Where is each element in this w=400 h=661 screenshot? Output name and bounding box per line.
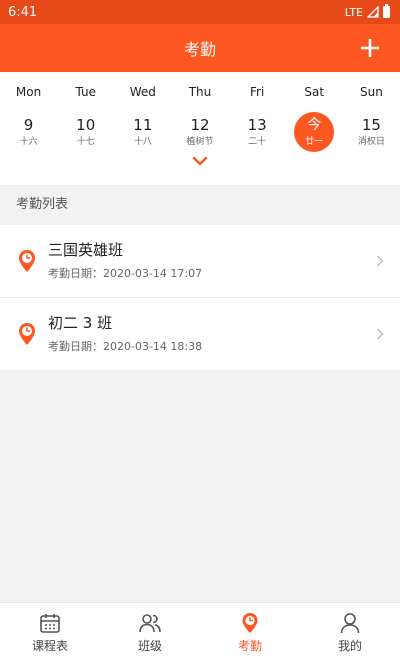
day-row: 9 十六 10 十七 11 十八 12 植树节 13 二十 今 廿一 15 消权… [0,111,400,153]
today-highlight: 今 廿一 [294,112,335,152]
attendance-date: 2020-03-14 17:07 [103,267,203,280]
location-clock-icon [242,613,258,633]
network-label: LTE [344,5,363,19]
status-bar: 6:41 LTE [0,0,400,24]
day-cell[interactable]: 13 二十 [229,111,286,153]
status-time: 6:41 [8,4,38,20]
weekday-header: Mon Tue Wed Thu Fri Sat Sun [0,82,400,102]
day-cell[interactable]: 10 十七 [57,111,114,153]
nav-class[interactable]: 班级 [100,603,200,661]
lunar-date: 廿一 [305,137,324,147]
weekday-label: Sat [304,85,325,99]
signal-icon [367,6,379,18]
attendance-date: 2020-03-14 18:38 [103,340,203,353]
location-clock-icon [19,323,35,345]
day-number: 12 [190,116,210,134]
nav-label: 我的 [337,639,362,653]
person-icon [340,613,360,634]
day-number: 今 [307,117,322,133]
lunar-date: 十八 [133,137,152,147]
attendance-date-label: 考勤日期： [48,340,103,353]
battery-icon [383,4,390,18]
section-title: 考勤列表 [0,185,400,225]
lunar-date: 十七 [76,137,95,147]
calendar-icon [40,614,60,633]
app-bar: 考勤 [0,24,400,72]
day-number: 9 [23,116,34,134]
day-number: 11 [133,116,153,134]
lunar-date: 十六 [19,137,38,147]
class-name: 初二 3 班 [48,314,113,332]
chevron-down-icon [192,156,208,166]
list-item[interactable]: 三国英雄班 考勤日期：2020-03-14 17:07 [0,225,400,298]
week-calendar: Mon Tue Wed Thu Fri Sat Sun 9 十六 10 十七 1… [0,72,400,185]
chevron-right-icon [377,328,384,340]
day-cell[interactable]: 11 十八 [114,111,171,153]
weekday-label: Thu [188,85,212,99]
lunar-date: 消权日 [357,137,385,147]
page-title: 考勤 [183,40,216,59]
nav-label: 班级 [137,639,162,653]
day-cell[interactable]: 15 消权日 [343,111,400,153]
status-indicators: LTE [344,4,390,19]
day-cell-today[interactable]: 今 廿一 [286,111,343,153]
list-item[interactable]: 初二 3 班 考勤日期：2020-03-14 18:38 [0,298,400,371]
attendance-list: 三国英雄班 考勤日期：2020-03-14 17:07 初二 3 班 考勤日期：… [0,225,400,371]
attendance-date-row: 考勤日期：2020-03-14 18:38 [48,339,400,355]
location-clock-icon [19,250,35,272]
day-number: 10 [76,116,96,134]
attendance-date-label: 考勤日期： [48,267,103,280]
item-text: 三国英雄班 考勤日期：2020-03-14 17:07 [48,240,400,282]
weekday-label: Tue [75,85,96,99]
lunar-date: 二十 [248,137,267,147]
nav-label: 课程表 [31,639,68,653]
day-cell[interactable]: 12 植树节 [171,111,228,153]
item-text: 初二 3 班 考勤日期：2020-03-14 18:38 [48,313,400,355]
nav-label: 考勤 [237,639,262,653]
day-number: 13 [247,116,267,134]
chevron-right-icon [377,255,384,267]
weekday-label: Wed [129,85,156,99]
add-button[interactable] [358,36,382,60]
people-icon [139,614,161,633]
class-name: 三国英雄班 [48,241,124,259]
weekday-label: Mon [15,85,42,99]
lunar-date: 植树节 [186,137,214,147]
nav-attendance[interactable]: 考勤 [200,603,300,661]
bottom-navigation: 课程表 班级 考勤 我的 [0,602,400,661]
nav-schedule[interactable]: 课程表 [0,603,100,661]
nav-profile[interactable]: 我的 [300,603,400,661]
weekday-label: Sun [360,85,383,99]
expand-calendar-button[interactable] [0,155,400,167]
day-cell[interactable]: 9 十六 [0,111,57,153]
attendance-date-row: 考勤日期：2020-03-14 17:07 [48,266,400,282]
day-number: 15 [361,116,381,134]
weekday-label: Fri [249,85,265,99]
